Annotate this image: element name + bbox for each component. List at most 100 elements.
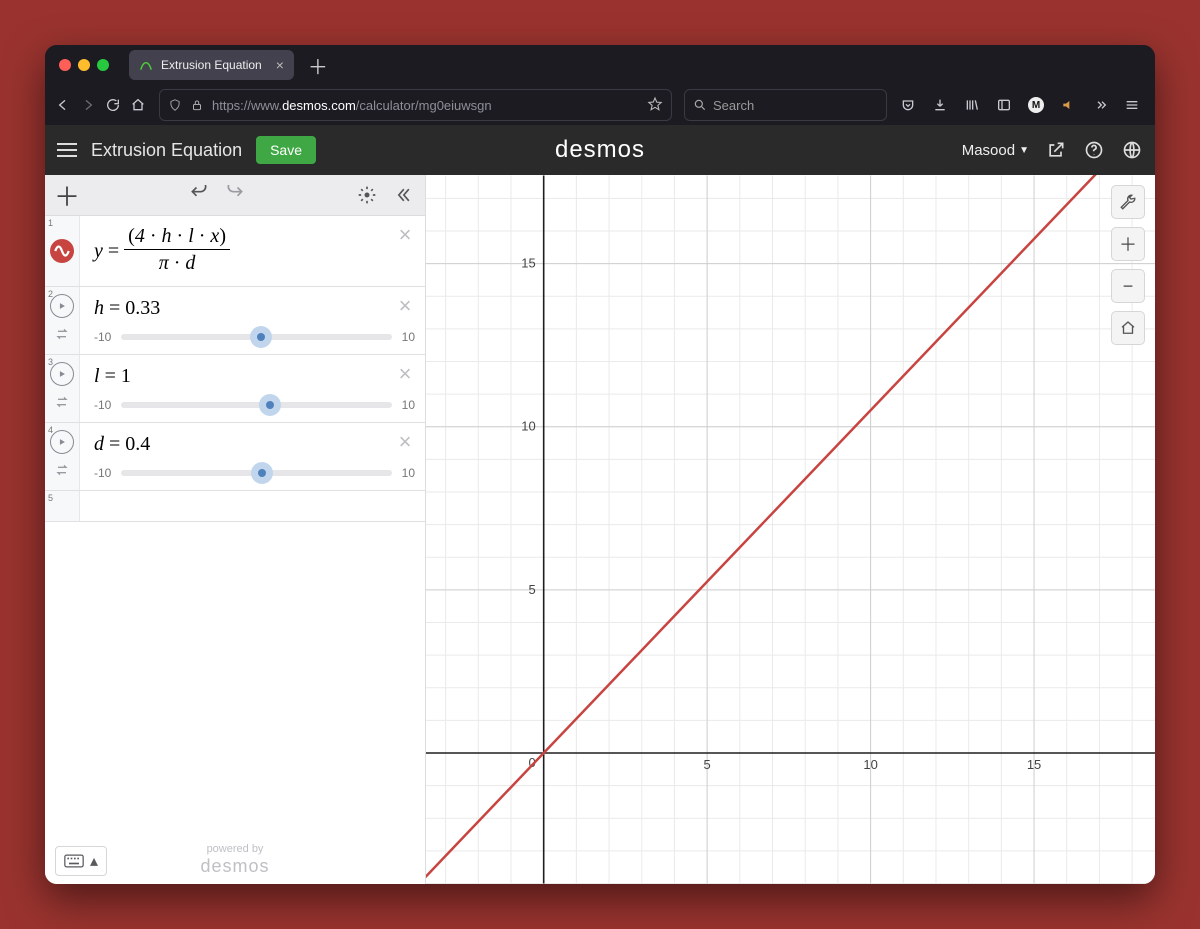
tab-title: Extrusion Equation xyxy=(161,58,262,72)
delete-row-icon[interactable]: × xyxy=(393,222,417,246)
delete-row-icon[interactable]: × xyxy=(393,293,417,317)
expression-panel: ＋ 1×y = (4 · h · l · x)π · d2×h = 0.33-1… xyxy=(45,175,426,884)
collapse-panel-icon[interactable] xyxy=(389,181,417,209)
row-body[interactable] xyxy=(80,491,425,521)
slider-play-button[interactable] xyxy=(50,430,74,454)
svg-text:5: 5 xyxy=(528,582,535,597)
home-view-button[interactable] xyxy=(1111,311,1145,345)
library-icon[interactable] xyxy=(957,90,987,120)
new-tab-button[interactable]: ＋ xyxy=(302,51,334,80)
panel-footer: ▴ powered by desmos xyxy=(45,834,425,884)
row-index: 1 xyxy=(48,218,53,228)
save-button[interactable]: Save xyxy=(256,136,316,164)
slider-min[interactable]: -10 xyxy=(94,398,111,412)
keyboard-icon xyxy=(64,854,84,868)
reload-button[interactable] xyxy=(103,90,122,120)
url-bar[interactable]: https://www.desmos.com/calculator/mg0eiu… xyxy=(159,89,672,121)
menu-icon[interactable] xyxy=(1117,90,1147,120)
row-index: 4 xyxy=(48,425,53,435)
slider-thumb[interactable] xyxy=(266,401,274,409)
toolbar-overflow: M xyxy=(893,90,1147,120)
browser-tab[interactable]: Extrusion Equation × xyxy=(129,50,294,80)
keyboard-toggle[interactable]: ▴ xyxy=(55,846,107,876)
slider-play-button[interactable] xyxy=(50,362,74,386)
slider-track[interactable] xyxy=(121,334,391,340)
swap-icon[interactable] xyxy=(54,326,70,347)
slider-math[interactable]: l = 1 xyxy=(94,365,415,388)
svg-text:15: 15 xyxy=(521,256,535,271)
swap-icon[interactable] xyxy=(54,394,70,415)
tabstrip: Extrusion Equation × ＋ xyxy=(45,45,1155,85)
add-expression-button[interactable]: ＋ xyxy=(53,177,81,214)
nav-back-button[interactable] xyxy=(53,90,72,120)
minimize-window-icon[interactable] xyxy=(78,59,90,71)
window-controls[interactable] xyxy=(59,59,109,71)
slider-track[interactable] xyxy=(121,402,391,408)
slider-math[interactable]: h = 0.33 xyxy=(94,297,415,320)
row-body[interactable]: ×d = 0.4 -10 10 xyxy=(80,423,425,490)
slider-max[interactable]: 10 xyxy=(402,398,415,412)
slider-min[interactable]: -10 xyxy=(94,330,111,344)
slider-max[interactable]: 10 xyxy=(402,466,415,480)
graph-plot[interactable]: 05101551015 xyxy=(426,175,1155,884)
close-window-icon[interactable] xyxy=(59,59,71,71)
undo-button[interactable] xyxy=(185,181,213,209)
maximize-window-icon[interactable] xyxy=(97,59,109,71)
swap-icon[interactable] xyxy=(54,462,70,483)
row-index: 3 xyxy=(48,357,53,367)
graph-area[interactable]: 05101551015 ＋ − xyxy=(426,175,1155,884)
slider-min[interactable]: -10 xyxy=(94,466,111,480)
slider-play-button[interactable] xyxy=(50,294,74,318)
equation-color-badge[interactable] xyxy=(50,239,74,263)
delete-row-icon[interactable]: × xyxy=(393,361,417,385)
wrench-icon[interactable] xyxy=(1111,185,1145,219)
row-body[interactable]: ×l = 1 -10 10 xyxy=(80,355,425,422)
close-tab-icon[interactable]: × xyxy=(276,57,284,73)
browser-window: Extrusion Equation × ＋ https://www.desmo… xyxy=(45,45,1155,884)
expression-row[interactable]: 2×h = 0.33-1010 xyxy=(45,287,425,355)
expression-row[interactable]: 3 ×l = 1 -10 10 xyxy=(45,355,425,423)
slider-track[interactable] xyxy=(121,470,391,476)
overflow-icon[interactable] xyxy=(1085,90,1115,120)
speaker-icon[interactable] xyxy=(1053,90,1083,120)
svg-text:5: 5 xyxy=(704,757,711,772)
language-icon[interactable] xyxy=(1121,139,1143,161)
home-button[interactable] xyxy=(128,90,147,120)
row-gutter: 3 xyxy=(45,355,80,422)
expression-row[interactable]: 1 ×y = (4 · h · l · x)π · d xyxy=(45,216,425,287)
svg-text:15: 15 xyxy=(1027,757,1041,772)
share-icon[interactable] xyxy=(1045,139,1067,161)
redo-button[interactable] xyxy=(221,181,249,209)
row-body[interactable]: ×h = 0.33 -10 10 xyxy=(80,287,425,354)
zoom-out-button[interactable]: − xyxy=(1111,269,1145,303)
settings-gear-icon[interactable] xyxy=(353,181,381,209)
slider-max[interactable]: 10 xyxy=(402,330,415,344)
chevron-up-icon: ▴ xyxy=(90,851,98,871)
slider-row: -10 10 xyxy=(94,466,415,480)
download-icon[interactable] xyxy=(925,90,955,120)
bookmark-star-icon[interactable] xyxy=(647,96,663,115)
search-placeholder: Search xyxy=(713,98,754,113)
delete-row-icon[interactable]: × xyxy=(393,429,417,453)
equation-math[interactable]: y = (4 · h · l · x)π · d xyxy=(94,226,415,273)
pocket-icon[interactable] xyxy=(893,90,923,120)
sidebar-icon[interactable] xyxy=(989,90,1019,120)
svg-text:10: 10 xyxy=(521,419,535,434)
slider-thumb[interactable] xyxy=(258,469,266,477)
user-menu[interactable]: Masood ▼ xyxy=(962,142,1029,159)
row-body[interactable]: ×y = (4 · h · l · x)π · d xyxy=(80,216,425,286)
row-gutter: 5 xyxy=(45,491,80,521)
slider-math[interactable]: d = 0.4 xyxy=(94,433,415,456)
account-icon[interactable]: M xyxy=(1021,90,1051,120)
lock-icon xyxy=(190,98,204,112)
expression-row[interactable]: 5 xyxy=(45,491,425,522)
graph-title[interactable]: Extrusion Equation xyxy=(91,140,242,161)
nav-forward-button[interactable] xyxy=(78,90,97,120)
slider-thumb[interactable] xyxy=(257,333,265,341)
expression-row[interactable]: 4 ×d = 0.4 -10 10 xyxy=(45,423,425,491)
url-text: https://www.desmos.com/calculator/mg0eiu… xyxy=(212,98,639,113)
hamburger-menu-icon[interactable] xyxy=(57,143,77,157)
help-icon[interactable] xyxy=(1083,139,1105,161)
zoom-in-button[interactable]: ＋ xyxy=(1111,227,1145,261)
search-input[interactable]: Search xyxy=(684,89,887,121)
